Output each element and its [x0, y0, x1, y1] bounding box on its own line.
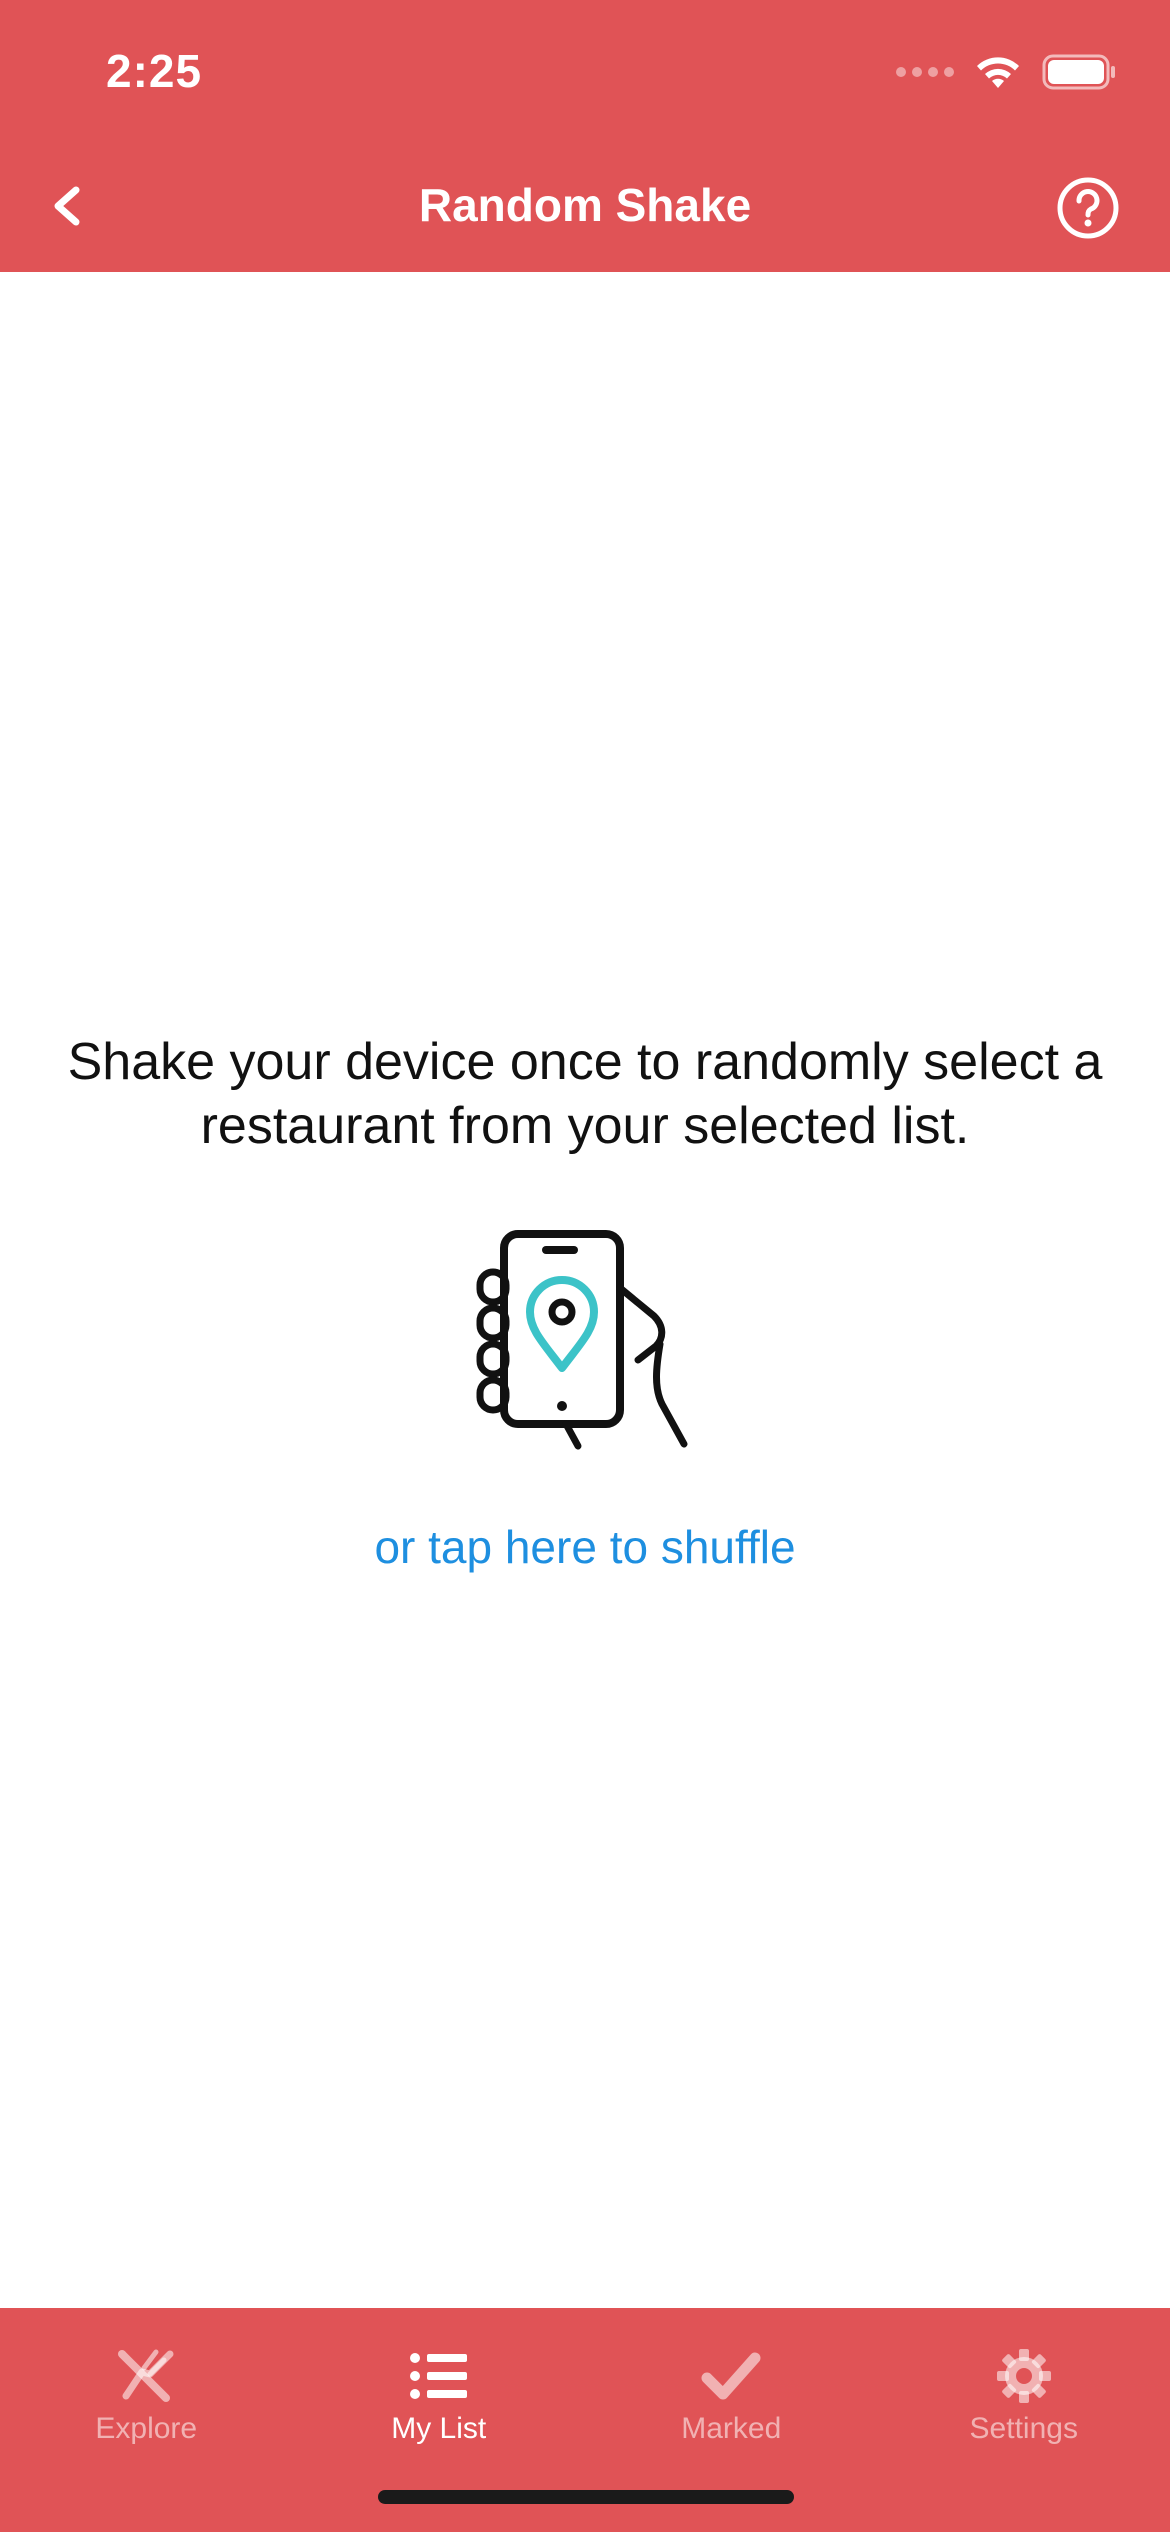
wifi-icon: [977, 57, 1019, 88]
tab-label: Explore: [95, 2412, 198, 2445]
tab-label: Settings: [969, 2412, 1078, 2445]
instructions-text: Shake your device once to randomly selec…: [67, 1033, 1103, 1155]
tab-label: Marked: [681, 2412, 782, 2445]
random-shake-screen: 2:25 Random Shake Shake your device once…: [0, 0, 1170, 2532]
tab-label: My List: [391, 2412, 487, 2445]
shake-phone-icon: [476, 1230, 688, 1450]
tab-explore[interactable]: Explore: [0, 2308, 293, 2532]
header: 2:25 Random Shake: [0, 0, 1170, 272]
status-time: 2:25: [106, 45, 203, 97]
gear-icon: [996, 2349, 1051, 2403]
status-indicators: [896, 52, 1116, 92]
help-button[interactable]: [1056, 176, 1120, 240]
page-title: Random Shake: [418, 179, 752, 231]
cellular-signal-icon: [896, 67, 954, 77]
checkmark-icon: [701, 2352, 761, 2400]
utensils-icon: [118, 2349, 174, 2402]
battery-icon: [1042, 54, 1115, 90]
home-indicator: [378, 2490, 794, 2504]
tab-settings[interactable]: Settings: [878, 2308, 1170, 2532]
list-icon: [409, 2353, 467, 2399]
shuffle-link[interactable]: or tap here to shuffle: [0, 1520, 1170, 1574]
